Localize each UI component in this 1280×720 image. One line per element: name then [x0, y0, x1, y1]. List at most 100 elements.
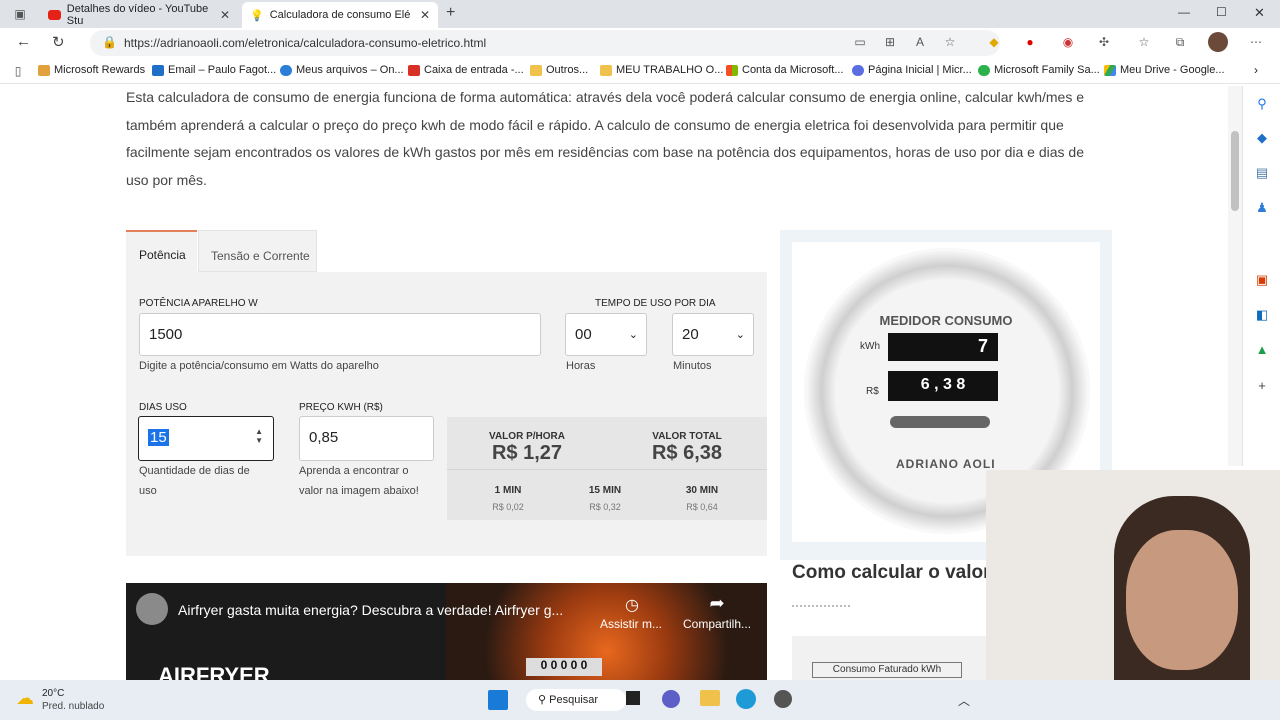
power-label: POTÊNCIA APARELHO W [139, 298, 258, 309]
bookmark-label: Página Inicial | Micr... [868, 64, 972, 76]
edge-icon[interactable] [736, 689, 756, 709]
bookmark-item[interactable]: Microsoft Rewards [38, 64, 145, 76]
bookmark-item[interactable]: Página Inicial | Micr... [852, 64, 972, 76]
bill-image: Consumo Faturado kWh [792, 636, 988, 680]
bookmark-item[interactable]: Microsoft Family Sa... [978, 64, 1100, 76]
bookmark-item[interactable]: Email – Paulo Fagot... [152, 64, 276, 76]
refresh-icon[interactable]: ↻ [52, 33, 65, 51]
bookmark-item[interactable]: Conta da Microsoft... [726, 64, 844, 76]
google-drive-icon [1104, 64, 1116, 76]
hours-label: Horas [566, 360, 596, 372]
price-input[interactable]: 0,85 [299, 416, 434, 461]
microsoft-icon [726, 64, 738, 76]
meter-rs-label: R$ [866, 386, 879, 397]
search-label: Pesquisar [549, 694, 599, 706]
search-icon[interactable]: ⚲ [1254, 96, 1270, 112]
page-scrollbar[interactable] [1228, 86, 1242, 466]
clock-icon[interactable]: ◷ [620, 595, 644, 615]
presenter-face [1126, 530, 1238, 670]
extensions-icon[interactable]: ✣ [1096, 34, 1112, 50]
meter-kwh-value: 7 [977, 336, 988, 356]
bookmark-item[interactable]: MEU TRABALHO O... [600, 64, 723, 76]
video-title[interactable]: Airfryer gasta muita energia? Descubra a… [178, 602, 563, 618]
chevron-down-icon: ⌄ [735, 329, 745, 341]
time-label: TEMPO DE USO POR DIA [595, 298, 716, 309]
close-tab-icon[interactable]: ✕ [220, 8, 230, 22]
tab-label: Tensão e Corrente [211, 249, 310, 263]
shopping-icon[interactable]: ◆ [1254, 130, 1270, 146]
tab-calculator[interactable]: 💡 Calculadora de consumo Elé ✕ [242, 2, 438, 28]
tools-icon[interactable]: ▤ [1254, 165, 1270, 181]
min1-value: R$ 0,02 [492, 502, 524, 512]
games-icon[interactable]: ♟ [1254, 200, 1270, 216]
opera-icon[interactable]: ● [1022, 34, 1038, 50]
tray-chevron-icon[interactable]: ︿ [958, 692, 970, 709]
spinner-icon[interactable]: ▲ ▼ [255, 427, 263, 445]
taskbar-search[interactable]: ⚲ Pesquisar [526, 689, 626, 711]
bookmark-label: Email – Paulo Fagot... [168, 64, 277, 76]
explorer-icon[interactable] [700, 690, 720, 706]
channel-avatar[interactable] [136, 593, 168, 625]
meter-title: MEDIDOR CONSUMO [879, 313, 1013, 328]
add-icon[interactable]: + [1254, 378, 1270, 394]
youtube-icon [48, 10, 61, 20]
price-value: 0,85 [309, 429, 339, 446]
tab-power[interactable]: Potência [126, 230, 197, 272]
tab-label: Potência [139, 248, 186, 262]
folder-icon [600, 64, 612, 76]
hours-select[interactable]: 00 ⌄ [565, 313, 647, 356]
app-icon[interactable] [774, 690, 792, 708]
maximize-icon[interactable]: ☐ [1216, 5, 1227, 19]
read-aloud-icon[interactable]: ▭ [852, 34, 868, 50]
window-close-icon[interactable]: ✕ [1254, 5, 1265, 21]
tab-youtube-studio[interactable]: Detalhes do vídeo - YouTube Stu ✕ [40, 2, 238, 28]
embedded-video[interactable]: Airfryer gasta muita energia? Descubra a… [126, 583, 767, 680]
collections-icon[interactable]: ⧉ [1172, 34, 1188, 50]
favorites-icon[interactable]: ☆ [1136, 34, 1152, 50]
window-menu-icon[interactable]: ▣ [12, 6, 28, 22]
task-view-icon[interactable] [626, 691, 640, 705]
minutes-value: 20 [682, 326, 699, 343]
text-icon[interactable]: A [912, 34, 928, 50]
power-input[interactable]: 1500 [139, 313, 541, 356]
minimize-icon[interactable]: — [1178, 5, 1190, 19]
apps-icon[interactable]: ⊞ [882, 34, 898, 50]
chevron-right-icon[interactable]: › [1254, 63, 1258, 77]
days-label: DIAS USO [139, 402, 187, 413]
bookmark-item[interactable]: Meus arquivos – On... [280, 64, 404, 76]
weather-icon[interactable]: ☁ [16, 688, 34, 709]
scrollbar-thumb[interactable] [1231, 131, 1239, 211]
bookmark-item[interactable]: Caixa de entrada -... [408, 64, 524, 76]
watch-later-label[interactable]: Assistir m... [600, 617, 662, 631]
meter-kwh-label: kWh [860, 341, 880, 352]
power-help: Digite a potência/consumo em Watts do ap… [139, 360, 379, 372]
share-icon[interactable]: ➦ [706, 593, 728, 614]
extension-red-icon[interactable]: ◉ [1060, 34, 1076, 50]
tree-icon[interactable]: ▲ [1254, 342, 1270, 358]
favorite-add-icon[interactable]: ☆ [942, 34, 958, 50]
bookmark-item[interactable]: Outros... [530, 64, 588, 76]
results-box: VALOR P/HORA R$ 1,27 VALOR TOTAL R$ 6,38… [447, 417, 767, 520]
min15-label: 15 MIN [588, 485, 622, 496]
meter-rotor-disc [890, 416, 990, 428]
gmail-icon [408, 64, 420, 76]
office-icon[interactable]: ▣ [1254, 272, 1270, 288]
more-menu-icon[interactable]: ⋯ [1248, 34, 1264, 50]
profile-avatar[interactable] [1208, 32, 1228, 52]
total-value: R$ 6,38 [651, 442, 723, 464]
extension-icon[interactable]: ◆ [986, 34, 1002, 50]
back-icon[interactable]: ← [16, 33, 31, 50]
bookmark-item[interactable]: Meu Drive - Google... [1104, 64, 1225, 76]
video-counter: 0 0 0 0 0 [526, 658, 602, 676]
min30-label: 30 MIN [685, 485, 719, 496]
new-tab-icon[interactable]: + [446, 4, 455, 22]
close-tab-icon[interactable]: ✕ [420, 8, 430, 22]
windows-start-icon[interactable] [488, 690, 508, 710]
tab-voltage-current[interactable]: Tensão e Corrente [198, 230, 317, 272]
days-input[interactable]: 15 ▲ ▼ [138, 416, 274, 461]
calculator-tabs: Potência Tensão e Corrente [126, 230, 767, 272]
teams-icon[interactable] [662, 690, 680, 708]
share-label[interactable]: Compartilh... [683, 617, 751, 631]
outlook-icon[interactable]: ◧ [1254, 307, 1270, 323]
minutes-select[interactable]: 20 ⌄ [672, 313, 754, 356]
